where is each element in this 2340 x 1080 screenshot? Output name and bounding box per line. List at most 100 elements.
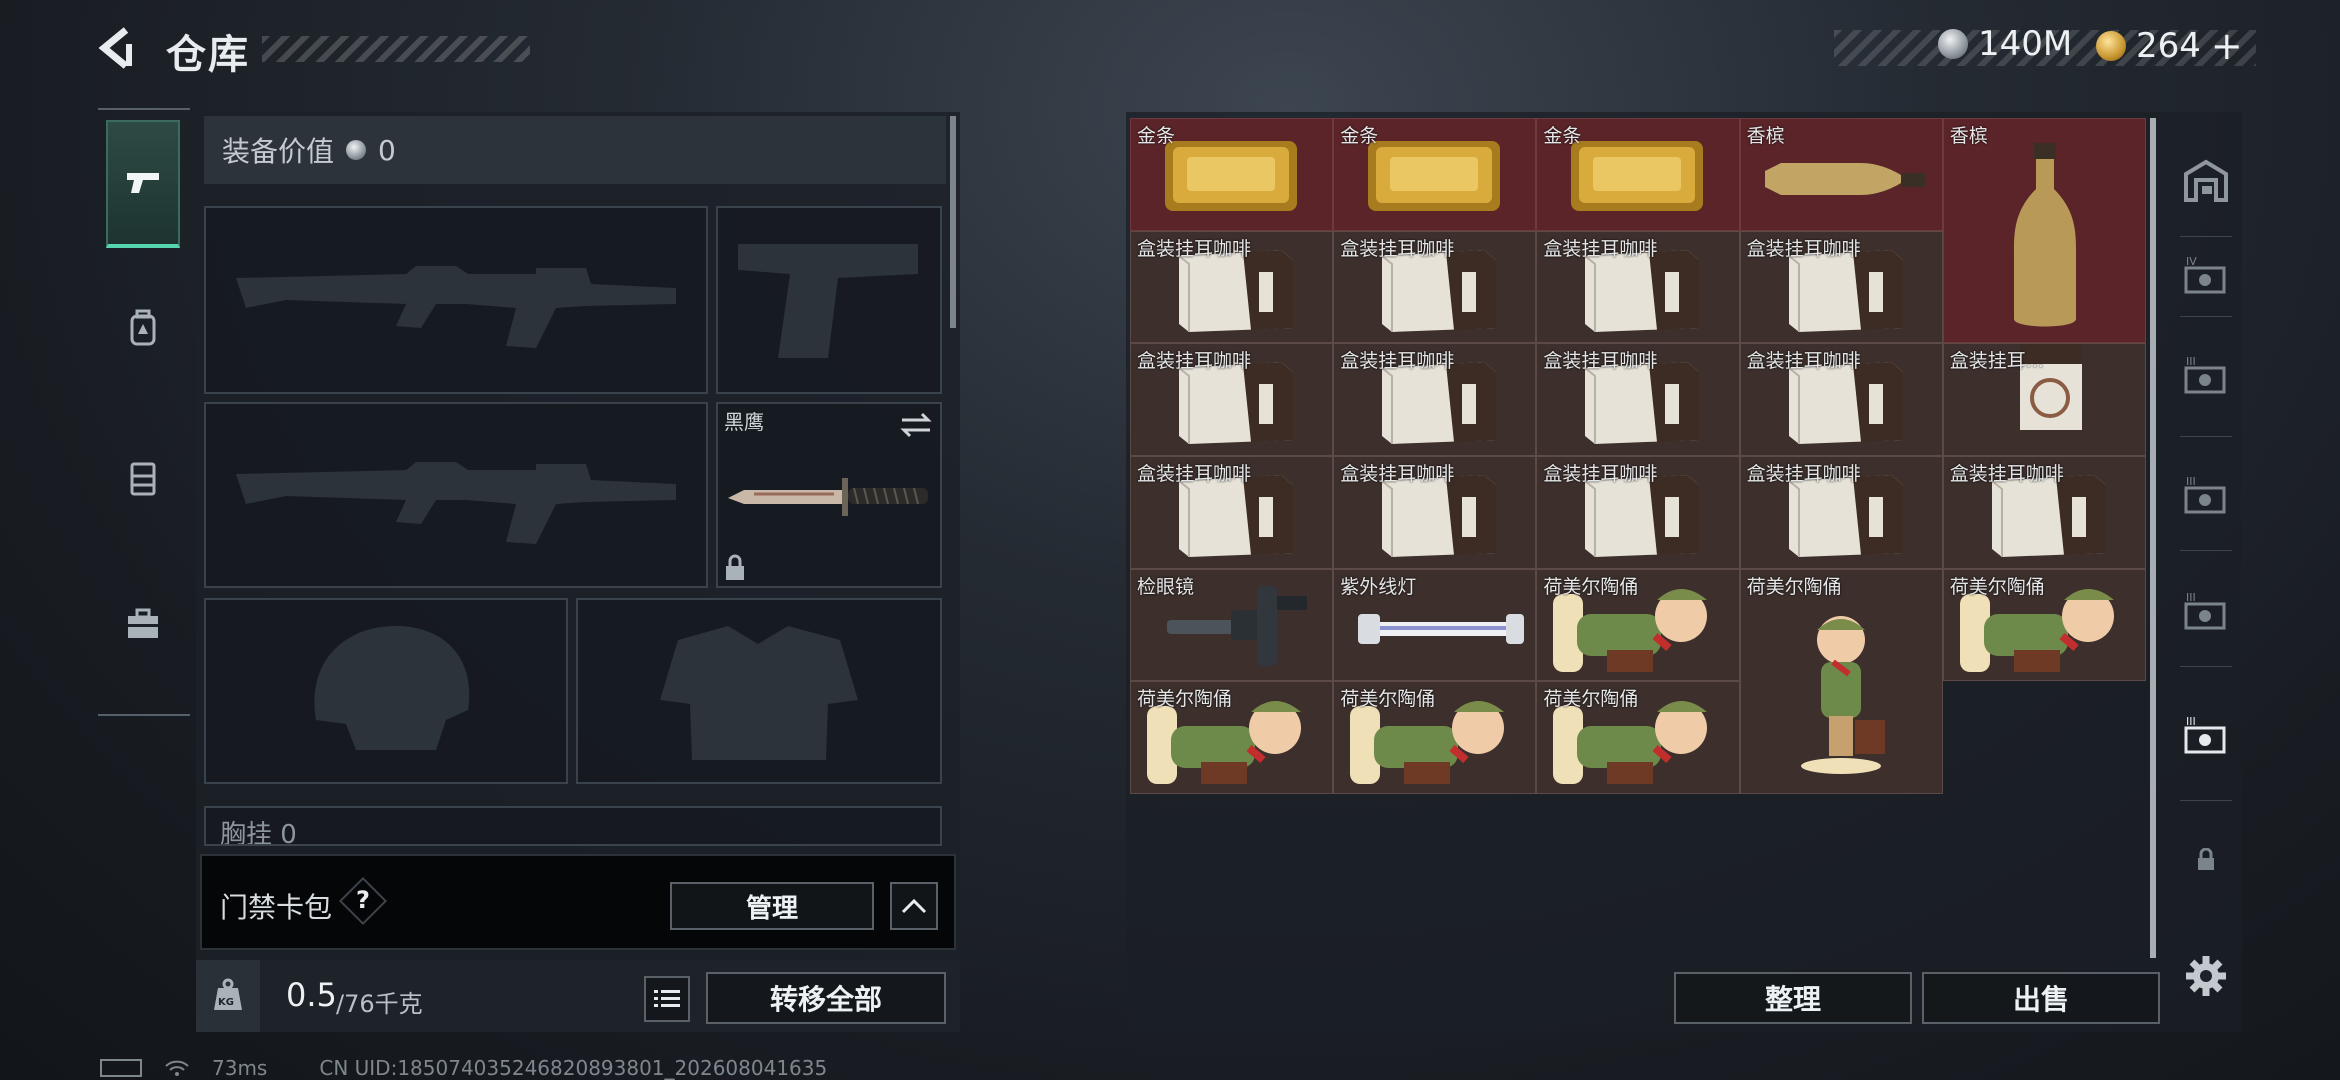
- stash-item[interactable]: 盒装挂耳咖啡: [1333, 343, 1537, 456]
- primary-weapon-slot[interactable]: [204, 206, 708, 394]
- stash-item-label: 盒装挂耳咖啡: [1340, 462, 1455, 485]
- stash-item[interactable]: 盒装挂耳咖啡: [1739, 230, 1943, 344]
- collapse-button[interactable]: [890, 882, 938, 930]
- helmet-slot[interactable]: [204, 598, 568, 784]
- stash-item[interactable]: 金条: [1536, 118, 1740, 231]
- stash-item[interactable]: 金条: [1333, 118, 1537, 231]
- pistol-slot[interactable]: [716, 206, 942, 394]
- stash-item-label: 香槟: [1746, 125, 1785, 147]
- tab-container-3[interactable]: III: [2178, 468, 2234, 524]
- chest-rig-slot[interactable]: 胸挂 0: [204, 806, 942, 846]
- stash-item[interactable]: 荷美尔陶俑: [1333, 681, 1537, 794]
- weight-bar: KG 0.5 /76千克 转移全部: [196, 960, 960, 1032]
- backpack-icon: [130, 309, 156, 346]
- stash-item[interactable]: 荷美尔陶俑: [1130, 681, 1334, 794]
- container-icon: III: [2184, 475, 2226, 514]
- stash-item-label: 盒装挂耳咖啡: [1746, 462, 1861, 485]
- tab-container-2[interactable]: III: [2178, 348, 2234, 404]
- stash-item-label: 盒装挂耳咖啡: [1543, 462, 1658, 485]
- stash-item[interactable]: 香槟: [1942, 118, 2146, 344]
- stash-item[interactable]: 香槟: [1739, 118, 1943, 231]
- stash-item[interactable]: 盒装挂耳咖啡: [1536, 343, 1740, 456]
- stash-item[interactable]: 盒装挂耳咖啡: [1130, 230, 1334, 344]
- armor-slot[interactable]: [576, 598, 942, 784]
- tab-container-1[interactable]: IV: [2178, 248, 2234, 304]
- help-icon[interactable]: ?: [356, 886, 370, 914]
- body-armor-silhouette-icon: [660, 626, 858, 760]
- category-tabs: [98, 108, 190, 716]
- add-currency-button[interactable]: +: [2211, 24, 2243, 68]
- gold-amount: 264: [2136, 26, 2201, 66]
- stash-item[interactable]: 盒装挂耳咖啡: [1130, 343, 1334, 456]
- stash-item[interactable]: 荷美尔陶俑: [1536, 681, 1740, 794]
- stash-item[interactable]: 盒装挂耳咖啡: [1536, 230, 1740, 344]
- keycard-case-bar: 门禁卡包 ? 管理: [200, 854, 956, 950]
- stash-item[interactable]: 盒装挂耳咖啡: [1536, 455, 1740, 569]
- stash-item-label: 盒装挂耳咖啡: [1543, 237, 1658, 260]
- stash-item-label: 金条: [1340, 125, 1379, 147]
- secondary-weapon-slot[interactable]: [204, 402, 708, 588]
- stash-item[interactable]: 荷美尔陶俑: [1739, 568, 1943, 794]
- gold-currency[interactable]: 264 +: [2096, 24, 2243, 68]
- stash-item-label: 盒装挂耳咖啡: [1137, 237, 1252, 260]
- keycard-label: 门禁卡包: [220, 891, 333, 924]
- stash-scrollbar[interactable]: [2150, 118, 2156, 958]
- swap-icon[interactable]: [900, 412, 932, 438]
- stash-item-label: 盒装挂耳咖啡: [1137, 462, 1252, 485]
- back-arrow-icon: [98, 27, 132, 69]
- equipment-value-label: 装备价值: [222, 135, 335, 168]
- stash-item[interactable]: 盒装挂耳...: [1942, 343, 2146, 456]
- stash-item[interactable]: 盒装挂耳咖啡: [1333, 230, 1537, 344]
- equipment-scrollbar[interactable]: [950, 116, 956, 328]
- tab-container-5-active[interactable]: III: [2178, 708, 2234, 764]
- container-icon: IV: [2184, 255, 2226, 294]
- sell-button[interactable]: 出售: [1922, 972, 2160, 1024]
- stash-item-label: 盒装挂耳咖啡: [1137, 350, 1252, 373]
- container-icon: III: [2184, 355, 2226, 394]
- stash-item-label: 荷美尔陶俑: [1137, 688, 1233, 711]
- transfer-all-button[interactable]: 转移全部: [706, 972, 946, 1024]
- stash-item[interactable]: 盒装挂耳咖啡: [1739, 455, 1943, 569]
- tab-all-containers[interactable]: [2178, 152, 2234, 208]
- stash-item[interactable]: 盒装挂耳咖啡: [1333, 455, 1537, 569]
- settings-button[interactable]: [2178, 948, 2234, 1004]
- page-title: 仓库: [166, 32, 250, 78]
- stash-item[interactable]: 检眼镜: [1130, 568, 1334, 682]
- back-button[interactable]: [96, 26, 140, 70]
- stash-item[interactable]: 盒装挂耳咖啡: [1130, 455, 1334, 569]
- stash-item-label: 荷美尔陶俑: [1543, 688, 1639, 711]
- ping-text: 73ms: [212, 1056, 268, 1080]
- weight-icon-box: KG: [196, 960, 260, 1032]
- pistol-icon: [127, 173, 159, 193]
- tab-backpack[interactable]: [106, 264, 180, 392]
- stash-item[interactable]: 金条: [1130, 118, 1334, 231]
- stash-item[interactable]: 盒装挂耳咖啡: [1942, 455, 2146, 569]
- sort-button[interactable]: 整理: [1674, 972, 1912, 1024]
- battery-icon: [100, 1059, 142, 1077]
- svg-text:III: III: [2186, 475, 2196, 488]
- melee-slot[interactable]: 黑鹰: [716, 402, 942, 588]
- silver-currency: 140M: [1938, 24, 2072, 64]
- chest-rig-label: 胸挂 0: [220, 820, 297, 846]
- champagne-tall-icon: [2013, 143, 2076, 327]
- stash-item[interactable]: 盒装挂耳咖啡: [1739, 343, 1943, 456]
- locked-container-tab: [2178, 832, 2234, 888]
- stash-item-label: 荷美尔陶俑: [1543, 575, 1639, 598]
- tab-case[interactable]: [106, 560, 180, 688]
- tab-container-4[interactable]: III: [2178, 584, 2234, 640]
- equipment-value: 装备价值 0: [222, 130, 396, 170]
- manage-button[interactable]: 管理: [670, 882, 874, 930]
- stash-item[interactable]: 紫外线灯: [1333, 568, 1537, 682]
- tab-chest-rig[interactable]: [106, 414, 180, 542]
- stash-item[interactable]: 荷美尔陶俑: [1536, 568, 1740, 682]
- list-view-button[interactable]: [644, 976, 690, 1022]
- chevron-up-icon: [901, 898, 927, 914]
- container-icon: III: [2184, 591, 2226, 630]
- gear-icon: [2186, 956, 2226, 996]
- warehouse-icon: [2184, 159, 2228, 202]
- stash-item-label: 盒装挂耳咖啡: [1543, 350, 1658, 373]
- stash-item-label: 金条: [1137, 125, 1176, 147]
- weight-current: 0.5: [286, 976, 337, 1014]
- tab-weapons[interactable]: [106, 120, 180, 248]
- stash-item[interactable]: 荷美尔陶俑: [1942, 568, 2146, 682]
